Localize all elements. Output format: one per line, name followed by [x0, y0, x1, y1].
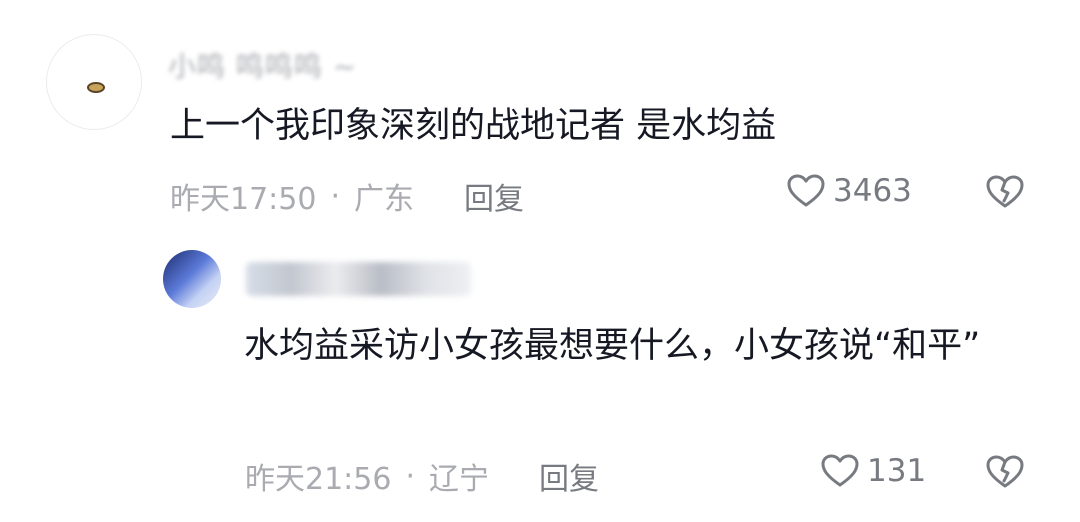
heart-outline-icon: [787, 174, 825, 207]
username[interactable]: 小鸣 鸣鸣鸣 ~: [168, 45, 357, 85]
reply-time: 昨天21:56: [245, 462, 392, 497]
reply-username[interactable]: [246, 262, 471, 296]
separator: ·: [405, 458, 416, 494]
like-button[interactable]: 3463: [787, 173, 912, 209]
broken-heart-icon: [986, 175, 1024, 208]
avatar-image: [87, 82, 105, 93]
heart-outline-icon: [821, 454, 859, 487]
reply-text: 水均益采访小女孩最想要什么，小女孩说“和平”: [244, 326, 981, 366]
dislike-button[interactable]: [986, 175, 1024, 213]
reply-meta: 昨天21:56 · 辽宁 回复: [245, 454, 599, 498]
comment-time: 昨天17:50: [170, 182, 317, 217]
reply-location: 辽宁: [429, 462, 490, 497]
like-count: 131: [867, 453, 927, 489]
dislike-button[interactable]: [986, 455, 1024, 493]
reply-button[interactable]: 回复: [464, 174, 524, 218]
comment-meta: 昨天17:50 · 广东 回复: [170, 174, 524, 218]
reply-button[interactable]: 回复: [539, 454, 599, 498]
comment-text: 上一个我印象深刻的战地记者 是水均益: [170, 106, 777, 146]
like-button[interactable]: 131: [821, 453, 926, 489]
separator: ·: [330, 178, 341, 214]
broken-heart-icon: [986, 455, 1024, 488]
comment-location: 广东: [354, 182, 415, 217]
like-count: 3463: [833, 173, 912, 209]
avatar[interactable]: [46, 34, 142, 130]
reply-avatar[interactable]: [163, 250, 221, 308]
